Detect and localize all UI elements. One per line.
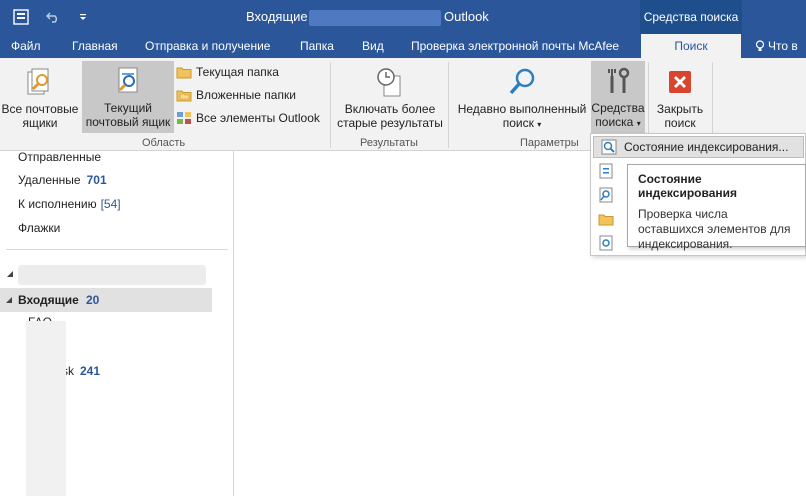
subfolders-label: Вложенные папки [196,88,296,102]
indexing-status-icon [601,139,617,155]
close-search-button[interactable]: Закрыть поиск [652,62,708,132]
outlook-window: Входящие - Outlook Средства поиска Файл … [0,0,806,496]
dropdown-arrow-icon: ▾ [636,119,641,128]
menu-item-label: Состояние индексирования... [624,140,789,154]
folder-options-icon[interactable] [598,211,614,227]
recent-searches-label-line1: Недавно выполненный [457,102,587,116]
inbox-label: Входящие [18,293,79,307]
magnifier-icon [509,68,535,95]
options-group-label: Параметры [520,137,579,149]
current-mailbox-label-line1: Текущий [104,101,152,115]
close-search-label-line2: поиск [664,116,696,130]
tooltip: Состояние индексирования Проверка числа … [627,164,806,251]
subfolders-icon [176,90,192,102]
advanced-find-icon[interactable] [598,187,614,203]
results-group-label: Результаты [360,137,418,149]
tab-folder[interactable]: Папка [300,39,334,53]
all-outlook-items-button[interactable]: Все элементы Outlook [176,111,320,125]
folder-deleted[interactable]: Удаленные 701 [18,173,107,187]
all-outlook-items-label: Все элементы Outlook [196,111,320,125]
all-mailboxes-label-line1: Все почтовые [1,102,79,116]
search-options-icon[interactable] [598,235,614,251]
expand-arrow-icon[interactable] [6,270,14,278]
folder-flags[interactable]: Флажки [18,221,60,235]
scope-group-label: Область [142,137,186,149]
include-older-results-button[interactable]: Включать более старые результаты [334,62,446,132]
folder-pane: Отправленные Удаленные 701 К исполнению [5… [0,150,234,496]
tell-me-label: Что в [768,39,798,53]
tab-view[interactable]: Вид [362,39,384,53]
search-tools-button[interactable]: Средства поиска ▾ [591,61,645,133]
current-folder-label: Текущая папка [196,65,279,79]
tab-mcafee[interactable]: Проверка электронной почты McAfee [411,39,619,53]
all-mailboxes-icon [27,68,49,95]
subfolders-button[interactable]: Вложенные папки [176,88,296,102]
locations-icon[interactable] [598,163,614,179]
folder-icon [176,67,192,79]
tooltip-body: Проверка числа оставшихся элементов для … [638,207,791,251]
redacted-subfolders [26,321,66,496]
expand-arrow-icon[interactable] [5,296,13,304]
close-search-label-line1: Закрыть [656,102,704,116]
current-mailbox-icon [118,67,138,93]
group-separator [448,62,449,148]
all-mailboxes-button[interactable]: Все почтовые ящики [1,62,79,132]
folder-inbox[interactable]: Входящие 20 [0,288,212,312]
dropdown-arrow-icon: ▾ [537,120,542,129]
current-folder-button[interactable]: Текущая папка [176,65,279,79]
pane-divider [6,249,228,250]
unread-count: 241 [80,364,101,378]
current-mailbox-label-line2: почтовый ящик [85,115,171,129]
tab-file[interactable]: Файл [11,39,41,53]
ribbon-tabs: Файл Главная Отправка и получение Папка … [0,34,806,58]
include-older-label-line1: Включать более [344,102,436,116]
close-icon [669,71,691,93]
redacted-account-name [309,10,441,26]
all-mailboxes-label-line2: ящики [22,116,58,130]
unread-count: 701 [86,173,107,187]
clock-page-icon [377,68,401,97]
tools-icon [608,67,630,93]
window-title: Входящие - [246,9,316,24]
undo-icon[interactable] [44,8,62,26]
title-bar: Входящие - Outlook Средства поиска [0,0,806,34]
search-tools-label-line1: Средства [591,101,645,115]
tell-me-search[interactable]: Что в [755,39,798,53]
redacted-account[interactable] [18,265,206,285]
group-separator [330,62,331,148]
search-tools-label-line2: поиска ▾ [595,115,641,129]
app-name: Outlook [444,9,489,24]
folder-sent[interactable]: Отправленные [18,150,101,164]
lightbulb-icon [755,40,765,51]
menu-item-indexing-status[interactable]: Состояние индексирования... [593,136,804,158]
tab-search[interactable]: Поиск [641,34,741,58]
tab-send-receive[interactable]: Отправка и получение [145,39,270,53]
recent-searches-button[interactable]: Недавно выполненный поиск ▾ [454,62,590,132]
unread-count: 20 [86,293,100,307]
current-mailbox-button[interactable]: Текущий почтовый ящик [82,61,174,133]
tooltip-title: Состояние индексирования [638,172,737,200]
context-tab-group-label: Средства поиска [640,0,742,34]
customize-toolbar-icon[interactable] [74,8,92,26]
folder-todo[interactable]: К исполнению [54] [18,197,121,211]
tab-home[interactable]: Главная [72,39,118,53]
recent-searches-label-line2: поиск ▾ [502,116,542,130]
include-older-label-line2: старые результаты [337,116,443,130]
subfolder-3[interactable]: sk 241 [62,364,100,378]
item-count: [54] [100,197,121,211]
outlook-app-icon[interactable] [12,8,30,26]
all-items-icon [177,112,191,124]
